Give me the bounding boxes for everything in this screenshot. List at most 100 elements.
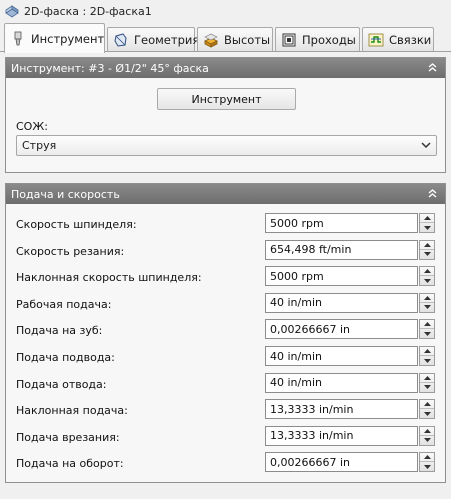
spin-up-button[interactable] <box>420 320 434 330</box>
spin-down-button[interactable] <box>420 409 434 418</box>
param-spinner[interactable] <box>419 213 435 233</box>
param-value-input[interactable] <box>265 239 418 260</box>
param-spinner[interactable] <box>419 239 435 260</box>
param-spinner[interactable] <box>419 346 435 366</box>
spin-down-button[interactable] <box>420 250 434 259</box>
param-label: Наклонная скорость шпинделя: <box>16 271 202 285</box>
param-label: Подача на зуб: <box>16 324 103 338</box>
heights-icon <box>204 33 218 48</box>
spin-down-button[interactable] <box>420 303 434 312</box>
spin-up-button[interactable] <box>420 347 434 356</box>
tab-label: Инструмент <box>31 31 105 46</box>
spin-down-button[interactable] <box>420 356 434 365</box>
spin-up-button[interactable] <box>420 267 434 277</box>
param-label: Рабочая подача: <box>16 297 112 311</box>
param-value-input[interactable] <box>265 292 418 313</box>
param-label: Наклонная подача: <box>16 404 128 418</box>
tab-passes[interactable]: Проходы <box>275 27 360 52</box>
chevron-down-icon <box>423 278 431 283</box>
param-row: Подача на зуб: <box>16 319 437 341</box>
chevron-up-icon <box>423 402 431 407</box>
param-spinner[interactable] <box>419 452 435 473</box>
passes-icon <box>282 33 296 47</box>
chevron-up-icon <box>423 295 431 300</box>
tab-label: Связки <box>389 33 432 47</box>
window-title: 2D-фаска : 2D-фаска1 <box>24 4 152 18</box>
collapse-icon[interactable] <box>426 187 439 200</box>
chevron-up-icon <box>423 455 431 460</box>
tab-bar: Инструмент Геометрия Высоты Проходы Связ… <box>0 22 451 53</box>
param-row: Рабочая подача: <box>16 292 437 315</box>
chevron-up-icon <box>423 322 431 327</box>
param-spinner[interactable] <box>419 425 435 446</box>
collapse-icon[interactable] <box>426 61 439 74</box>
param-value-input[interactable] <box>265 319 418 340</box>
param-spinner[interactable] <box>419 266 435 287</box>
coolant-select[interactable]: Струя <box>16 135 437 156</box>
chevron-up-icon <box>423 375 431 380</box>
spin-up-button[interactable] <box>420 241 434 250</box>
spin-up-button[interactable] <box>420 427 434 436</box>
tool-panel-title: Инструмент: #3 - Ø1/2" 45° фаска <box>11 61 209 75</box>
spin-down-button[interactable] <box>420 462 434 471</box>
tab-heights[interactable]: Высоты <box>197 27 273 52</box>
chevron-down-icon <box>423 358 431 363</box>
tab-linking[interactable]: Связки <box>362 27 434 52</box>
geometry-icon <box>114 33 127 47</box>
param-row: Наклонная скорость шпинделя: <box>16 266 437 288</box>
spin-up-button[interactable] <box>420 214 434 223</box>
param-value-input[interactable] <box>265 399 418 420</box>
param-row: Подача подвода: <box>16 346 437 368</box>
param-spinner[interactable] <box>419 399 435 420</box>
spin-up-button[interactable] <box>420 374 434 383</box>
linking-icon <box>368 33 384 47</box>
spin-down-button[interactable] <box>420 383 434 392</box>
chevron-down-icon <box>423 385 431 390</box>
title-bar: 2D-фаска : 2D-фаска1 <box>0 0 451 22</box>
param-row: Скорость шпинделя: <box>16 213 437 235</box>
param-row: Скорость резания: <box>16 239 437 262</box>
param-row: Подача отвода: <box>16 372 437 395</box>
param-label: Подача на оборот: <box>16 457 124 471</box>
feed-speed-panel: Подача и скорость Скорость шпинделя: Ско… <box>5 183 446 483</box>
tab-tool[interactable]: Инструмент <box>4 23 105 53</box>
spin-up-button[interactable] <box>420 294 434 303</box>
param-spinner[interactable] <box>419 319 435 340</box>
param-spinner[interactable] <box>419 372 435 393</box>
tab-label: Проходы <box>302 33 356 47</box>
chevron-down-icon <box>423 331 431 336</box>
param-row: Подача на оборот: <box>16 452 437 474</box>
param-label: Подача подвода: <box>16 351 115 364</box>
param-label: Скорость резания: <box>16 244 125 258</box>
chevron-down-icon <box>423 252 431 257</box>
chevron-down-icon <box>423 305 431 310</box>
chevron-down-icon <box>423 411 431 416</box>
param-value-input[interactable] <box>265 213 418 233</box>
spin-up-button[interactable] <box>420 400 434 410</box>
chevron-up-icon <box>423 349 431 353</box>
param-row: Подача врезания: <box>16 425 437 448</box>
spin-up-button[interactable] <box>420 453 434 463</box>
param-value-input[interactable] <box>265 372 418 393</box>
spin-down-button[interactable] <box>420 329 434 338</box>
chamfer-operation-icon <box>5 5 19 18</box>
param-label: Подача отвода: <box>16 377 107 391</box>
param-row: Наклонная подача: <box>16 399 437 421</box>
tab-geometry[interactable]: Геометрия <box>107 27 199 52</box>
tab-label: Геометрия <box>134 33 200 47</box>
param-value-input[interactable] <box>265 346 418 366</box>
param-value-input[interactable] <box>265 266 418 287</box>
param-label: Подача врезания: <box>16 430 120 444</box>
select-tool-button[interactable]: Инструмент <box>157 88 296 110</box>
feed-speed-panel-header[interactable]: Подача и скорость <box>6 184 445 204</box>
param-spinner[interactable] <box>419 292 435 313</box>
spin-down-button[interactable] <box>420 436 434 445</box>
chevron-down-icon <box>423 464 431 469</box>
tool-panel-header[interactable]: Инструмент: #3 - Ø1/2" 45° фаска <box>6 58 445 78</box>
param-value-input[interactable] <box>265 452 418 473</box>
tab-label: Высоты <box>224 33 271 47</box>
spin-down-button[interactable] <box>420 223 434 232</box>
param-value-input[interactable] <box>265 425 418 446</box>
feed-speed-panel-title: Подача и скорость <box>11 187 120 201</box>
spin-down-button[interactable] <box>420 276 434 285</box>
